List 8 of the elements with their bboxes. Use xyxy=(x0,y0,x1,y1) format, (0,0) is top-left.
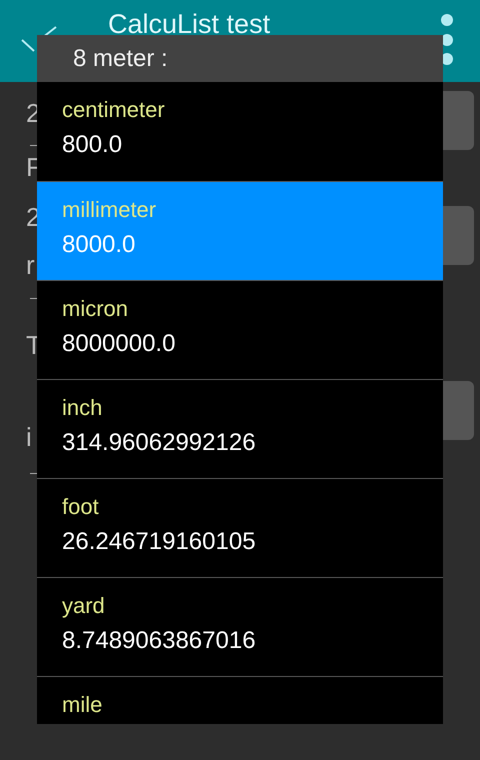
side-button[interactable] xyxy=(443,381,474,440)
overflow-menu-icon[interactable] xyxy=(439,13,455,67)
app-title: CalcuList test xyxy=(108,8,270,41)
side-button[interactable] xyxy=(443,91,474,150)
partial-text: r xyxy=(26,249,35,282)
partial-text: i xyxy=(26,421,32,454)
dialog-title: 8 meter : xyxy=(73,44,168,74)
side-button[interactable] xyxy=(443,206,474,265)
